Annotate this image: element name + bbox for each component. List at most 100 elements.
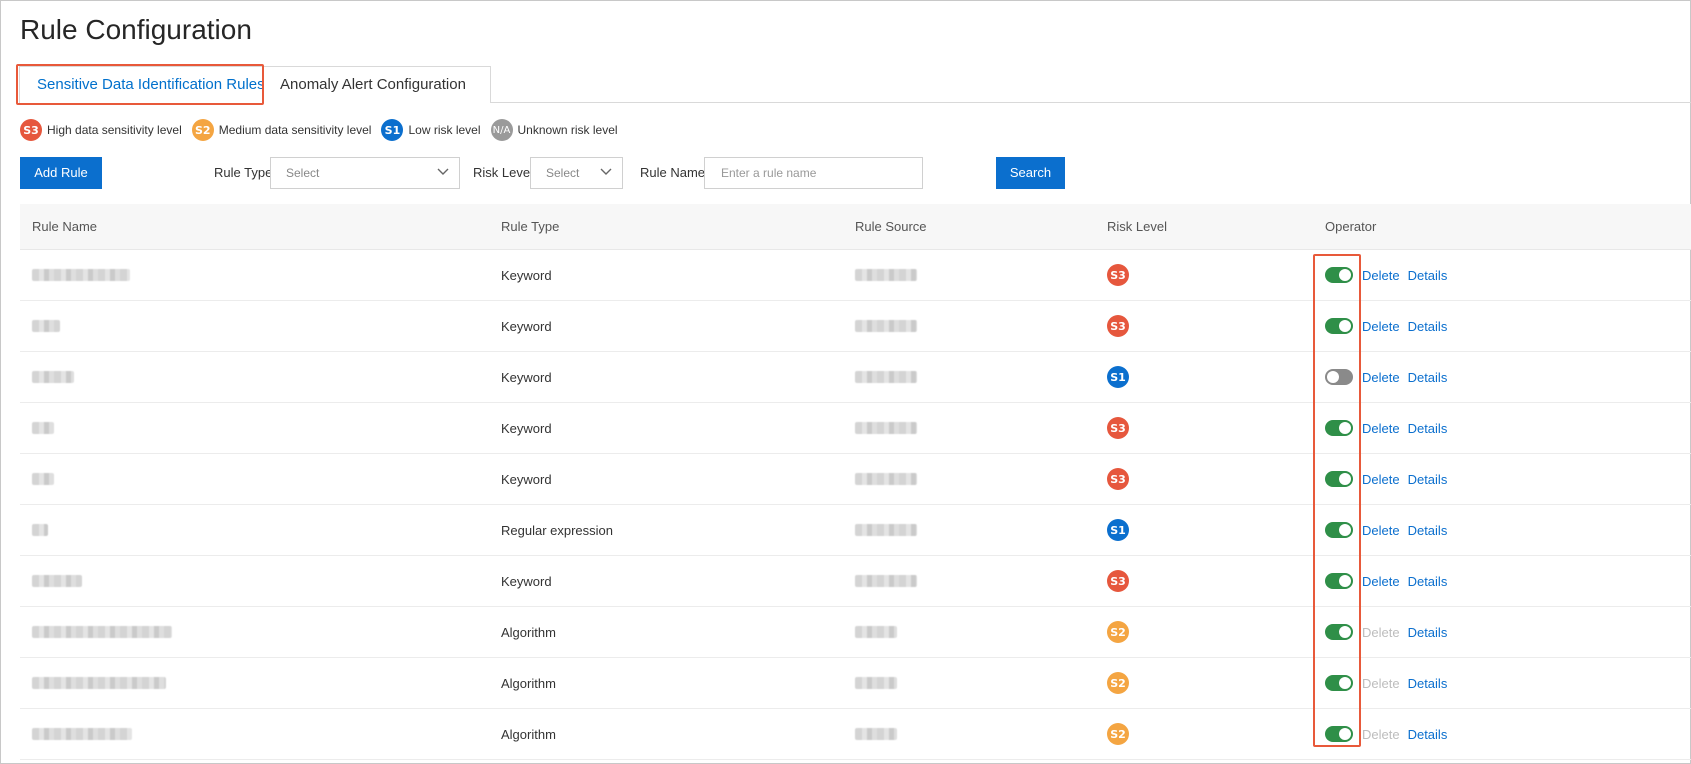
redacted-rule-name [32, 269, 130, 281]
rule-type-cell: Algorithm [501, 624, 556, 640]
risk-level-cell: S3 [1107, 250, 1129, 300]
risk-badge: S3 [1107, 264, 1129, 286]
rule-source-cell [855, 556, 917, 606]
risk-level-cell: S3 [1107, 454, 1129, 504]
redacted-rule-name [32, 422, 54, 434]
rules-table: Rule Name Rule Type Rule Source Risk Lev… [20, 204, 1691, 760]
table-row: Algorithm S2 Delete Details [20, 709, 1691, 760]
enable-toggle[interactable] [1325, 369, 1353, 385]
rule-source-cell [855, 709, 897, 759]
details-link[interactable]: Details [1408, 676, 1448, 691]
enable-toggle[interactable] [1325, 522, 1353, 538]
table-row: Algorithm S2 Delete Details [20, 607, 1691, 658]
table-row: Keyword S3 Delete Details [20, 556, 1691, 607]
search-button[interactable]: Search [996, 157, 1065, 189]
redacted-rule-source [855, 371, 917, 383]
rule-name-input[interactable] [704, 157, 923, 189]
table-header: Rule Name Rule Type Rule Source Risk Lev… [20, 204, 1691, 250]
delete-link[interactable]: Delete [1362, 421, 1400, 436]
add-rule-button[interactable]: Add Rule [20, 157, 102, 189]
toggle-knob [1339, 524, 1351, 536]
column-header-rule-source: Rule Source [855, 219, 927, 234]
column-header-operator: Operator [1325, 219, 1377, 234]
chevron-down-icon [437, 168, 449, 175]
redacted-rule-source [855, 320, 917, 332]
redacted-rule-source [855, 677, 897, 689]
details-link[interactable]: Details [1408, 523, 1448, 538]
delete-link[interactable]: Delete [1362, 268, 1400, 283]
rule-name-cell [32, 454, 54, 504]
rule-name-cell [32, 556, 82, 606]
operator-cell: Delete Details [1325, 454, 1447, 504]
delete-link[interactable]: Delete [1362, 523, 1400, 538]
enable-toggle[interactable] [1325, 726, 1353, 742]
enable-toggle[interactable] [1325, 471, 1353, 487]
details-link[interactable]: Details [1408, 472, 1448, 487]
delete-link[interactable]: Delete [1362, 472, 1400, 487]
risk-level-cell: S2 [1107, 607, 1129, 657]
details-link[interactable]: Details [1408, 727, 1448, 742]
na-badge: N/A [490, 119, 513, 141]
rule-type-cell: Regular expression [501, 522, 614, 538]
redacted-rule-source [855, 575, 917, 587]
rule-source-cell [855, 454, 917, 504]
risk-level-cell: S1 [1107, 352, 1129, 402]
table-row: Algorithm S2 Delete Details [20, 658, 1691, 709]
rule-type-label: Rule Type [214, 165, 273, 180]
legend-item-s1: S1 Low risk level [381, 119, 481, 141]
rule-type-cell: Algorithm [501, 675, 556, 691]
risk-badge: S2 [1107, 621, 1129, 643]
risk-badge: S3 [1107, 570, 1129, 592]
risk-level-cell: S2 [1107, 658, 1129, 708]
redacted-rule-name [32, 626, 172, 638]
risk-level-cell: S3 [1107, 403, 1129, 453]
details-link[interactable]: Details [1408, 268, 1448, 283]
redacted-rule-source [855, 728, 897, 740]
risk-badge: S1 [1107, 366, 1129, 388]
toggle-knob [1339, 626, 1351, 638]
redacted-rule-source [855, 269, 917, 281]
delete-link[interactable]: Delete [1362, 370, 1400, 385]
redacted-rule-source [855, 524, 917, 536]
rule-name-cell [32, 250, 130, 300]
redacted-rule-name [32, 728, 132, 740]
rule-source-cell [855, 505, 917, 555]
tab-sensitive-data-rules[interactable]: Sensitive Data Identification Rules [19, 66, 265, 104]
rule-type-cell: Keyword [501, 573, 552, 589]
operator-cell: Delete Details [1325, 505, 1447, 555]
enable-toggle[interactable] [1325, 318, 1353, 334]
details-link[interactable]: Details [1408, 319, 1448, 334]
tab-anomaly-alert-configuration[interactable]: Anomaly Alert Configuration [263, 66, 491, 103]
table-body: Keyword S3 Delete Details Keyword S3 Delete Det… [20, 250, 1691, 760]
details-link[interactable]: Details [1408, 421, 1448, 436]
details-link[interactable]: Details [1408, 370, 1448, 385]
risk-badge: S2 [1107, 672, 1129, 694]
table-row: Regular expression S1 Delete Details [20, 505, 1691, 556]
rule-name-label: Rule Name [640, 165, 706, 180]
delete-link: Delete [1362, 726, 1400, 742]
rule-type-cell: Algorithm [501, 726, 556, 742]
toggle-knob [1339, 422, 1351, 434]
enable-toggle[interactable] [1325, 267, 1353, 283]
enable-toggle[interactable] [1325, 675, 1353, 691]
delete-link[interactable]: Delete [1362, 574, 1400, 589]
operator-cell: Delete Details [1325, 658, 1447, 708]
rule-name-cell [32, 658, 166, 708]
enable-toggle[interactable] [1325, 420, 1353, 436]
details-link[interactable]: Details [1408, 625, 1448, 640]
rule-type-select[interactable]: Select [270, 157, 460, 189]
delete-link[interactable]: Delete [1362, 319, 1400, 334]
redacted-rule-name [32, 473, 54, 485]
column-header-risk-level: Risk Level [1107, 219, 1167, 234]
risk-legend: S3 High data sensitivity level S2 Medium… [20, 118, 628, 142]
risk-level-cell: S3 [1107, 301, 1129, 351]
redacted-rule-source [855, 473, 917, 485]
risk-level-select[interactable]: Select [530, 157, 623, 189]
delete-link: Delete [1362, 624, 1400, 640]
details-link[interactable]: Details [1408, 574, 1448, 589]
rule-name-cell [32, 505, 48, 555]
redacted-rule-source [855, 626, 897, 638]
operator-cell: Delete Details [1325, 301, 1447, 351]
enable-toggle[interactable] [1325, 624, 1353, 640]
enable-toggle[interactable] [1325, 573, 1353, 589]
